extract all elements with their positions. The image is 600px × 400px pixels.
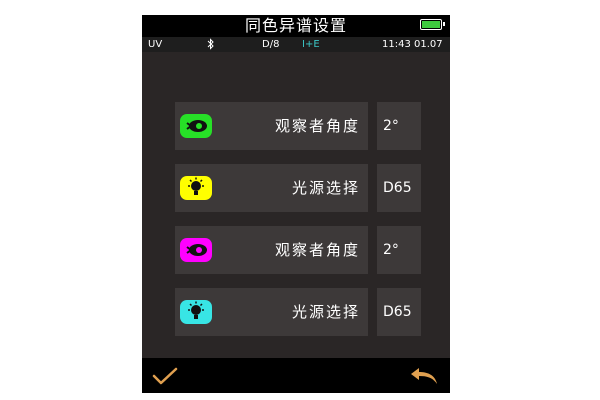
checkmark-icon — [152, 367, 178, 385]
title-bar: 同色异谱设置 — [142, 15, 450, 37]
battery-level — [422, 21, 440, 28]
clock-label: 11:43 01.07 — [382, 39, 443, 50]
bulb-icon — [180, 176, 212, 200]
specular-mode-label: I+E — [302, 39, 320, 50]
bottom-bar — [142, 358, 450, 393]
illuminant-item-2[interactable]: 光源选择 — [175, 288, 368, 336]
settings-panel: 观察者角度 2° 光源选择 D65 观察者角度 2° 光源选择 D65 — [142, 52, 450, 358]
row-label: 观察者角度 — [274, 117, 360, 135]
uv-mode-label: UV — [148, 39, 163, 50]
bulb-icon — [180, 300, 212, 324]
back-arrow-icon — [411, 368, 437, 384]
geometry-label: D/8 — [262, 39, 280, 50]
bluetooth-icon — [207, 38, 215, 53]
battery-icon — [420, 19, 445, 30]
confirm-button[interactable] — [150, 364, 182, 388]
illuminant-value-2[interactable]: D65 — [377, 288, 421, 336]
observer-angle-item-2[interactable]: 观察者角度 — [175, 226, 368, 274]
observer-angle-value-2[interactable]: 2° — [377, 226, 421, 274]
eye-icon — [180, 238, 212, 262]
row-label: 光源选择 — [291, 179, 360, 197]
status-bar: UV D/8 I+E 11:43 01.07 — [142, 37, 450, 52]
row-label: 光源选择 — [291, 303, 360, 321]
device-screen: 同色异谱设置 UV D/8 I+E 11:43 01.07 观察者角度 2° 光… — [142, 15, 450, 393]
row-label: 观察者角度 — [274, 241, 360, 259]
illuminant-item-1[interactable]: 光源选择 — [175, 164, 368, 212]
page-title: 同色异谱设置 — [244, 16, 347, 35]
observer-angle-value-1[interactable]: 2° — [377, 102, 421, 150]
back-button[interactable] — [408, 364, 440, 388]
illuminant-value-1[interactable]: D65 — [377, 164, 421, 212]
observer-angle-item-1[interactable]: 观察者角度 — [175, 102, 368, 150]
eye-icon — [180, 114, 212, 138]
